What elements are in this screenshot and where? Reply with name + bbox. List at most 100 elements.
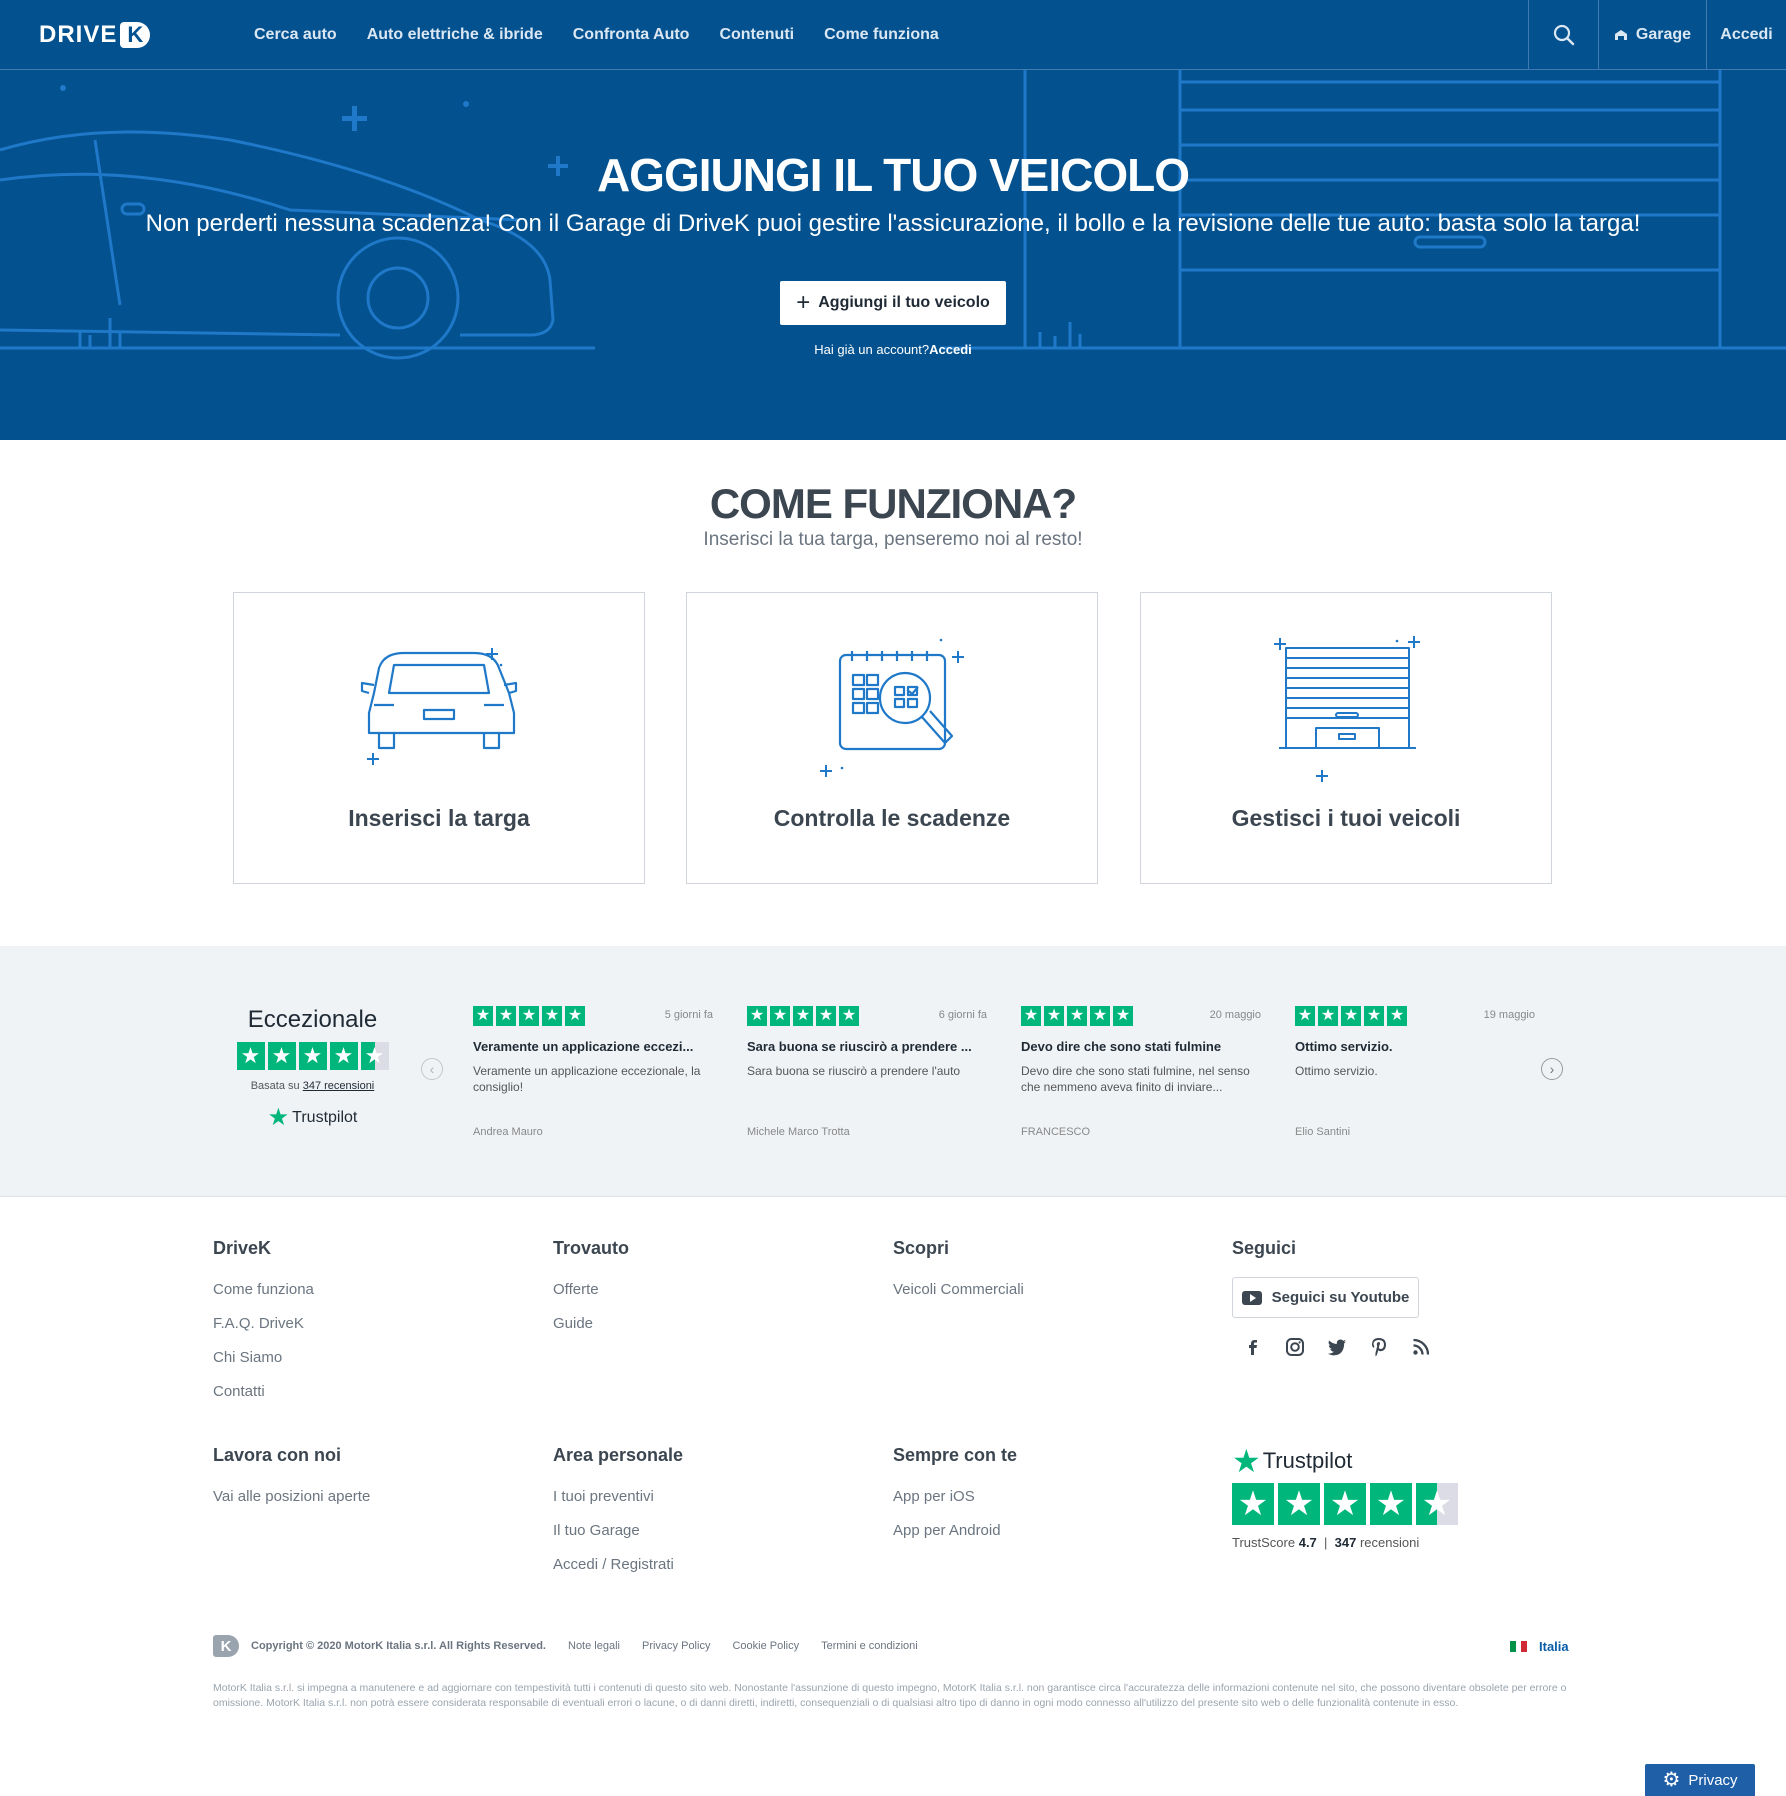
star-icon: ★ (1278, 1483, 1320, 1525)
footer-link[interactable]: Vai alle posizioni aperte (213, 1487, 370, 1506)
star-icon: ★ (1364, 1006, 1384, 1026)
star-icon: ★ (1113, 1006, 1133, 1026)
star-icon: ★ (236, 1042, 265, 1070)
search-button[interactable] (1528, 0, 1598, 69)
step-label: Controlla le scadenze (773, 805, 1011, 831)
copyright-text: Copyright © 2020 MotorK Italia s.r.l. Al… (251, 1640, 546, 1652)
footer-col-title: Sempre con te (893, 1445, 1018, 1465)
youtube-icon (1241, 1290, 1262, 1305)
chevron-right-icon: › (1549, 1061, 1555, 1077)
footer-link[interactable]: Accedi / Registrati (553, 1555, 683, 1574)
star-icon: ★ (1232, 1483, 1274, 1525)
review-author: FRANCESCO (1021, 1126, 1091, 1138)
footer-link[interactable]: Offerte (553, 1280, 629, 1299)
rating-stars: ★ ★ ★ ★ ★ (230, 1042, 395, 1070)
youtube-button[interactable]: Seguici su Youtube (1232, 1277, 1419, 1318)
star-icon: ★ (267, 1042, 296, 1070)
star-icon: ★ (496, 1006, 516, 1026)
nav-link-contenuti[interactable]: Contenuti (719, 26, 794, 44)
review-card[interactable]: ★ ★ ★ ★ ★ 5 giorni fa Veramente un applicazi… (473, 1006, 713, 1138)
legal-link[interactable]: Termini e condizioni (821, 1640, 918, 1652)
hero-subtitle: Non perderti nessuna scadenza! Con il Ga… (145, 210, 1641, 237)
review-date: 19 maggio (1483, 1009, 1535, 1021)
review-card[interactable]: ★ ★ ★ ★ ★ 6 giorni fa Sara buona se riuscirò… (747, 1006, 987, 1138)
how-it-works-subtitle: Inserisci la tua targa, penseremo noi al… (703, 529, 1083, 550)
facebook-icon[interactable] (1242, 1336, 1264, 1358)
legal-link[interactable]: Cookie Policy (732, 1640, 799, 1652)
privacy-button[interactable]: ⚙ Privacy (1645, 1764, 1755, 1796)
footer-col-title: DriveK (213, 1238, 272, 1258)
footer-link[interactable]: Come funziona (213, 1280, 314, 1299)
footer-col-area-personale: Area personale I tuoi preventivi Il tuo … (553, 1445, 683, 1574)
review-date: 20 maggio (1209, 1009, 1261, 1021)
review-author: Andrea Mauro (473, 1126, 543, 1138)
footer-col-trovauto: Trovauto Offerte Guide (553, 1238, 629, 1333)
footer-link[interactable]: Guide (553, 1314, 629, 1333)
star-icon: ★ (1370, 1483, 1412, 1525)
footer-link[interactable]: I tuoi preventivi (553, 1487, 683, 1506)
top-navbar: DRIVE K Cerca auto Auto elettriche & ibri… (0, 0, 1786, 70)
calendar-magnifier-icon (820, 638, 964, 777)
star-icon: ★ (1387, 1006, 1407, 1026)
trustpilot-widget: Eccezionale ★ ★ ★ ★ ★ Basata su 347 rece… (0, 946, 1786, 1197)
footer-link[interactable]: Chi Siamo (213, 1348, 314, 1367)
legal-link[interactable]: Note legali (568, 1640, 620, 1652)
country-selector[interactable]: Italia (1510, 1639, 1569, 1654)
disclaimer-text: MotorK Italia s.r.l. si impegna a manute… (213, 1682, 1567, 1709)
star-icon: ★ (816, 1006, 836, 1026)
star-icon: ★ (1021, 1006, 1041, 1026)
trustscore-stars: ★ ★ ★ ★ ★ (1232, 1483, 1458, 1525)
footer-col-title: Trovauto (553, 1238, 630, 1258)
star-icon: ★ (1295, 1006, 1315, 1026)
carousel-next-button[interactable]: › (1541, 1058, 1563, 1080)
star-icon: ★ (1341, 1006, 1361, 1026)
main-menu: Cerca auto Auto elettriche & ibride Conf… (254, 0, 969, 69)
star-icon: ★ (1067, 1006, 1087, 1026)
star-icon: ★ (1324, 1483, 1366, 1525)
footer-link[interactable]: F.A.Q. DriveK (213, 1314, 314, 1333)
carousel-prev-button[interactable]: ‹ (421, 1058, 443, 1080)
footer-link[interactable]: Contatti (213, 1382, 314, 1401)
nav-link-confronta-auto[interactable]: Confronta Auto (573, 26, 690, 44)
hero-banner: AGGIUNGI IL TUO VEICOLO Non perderti nes… (0, 70, 1786, 440)
nav-link-come-funziona[interactable]: Come funziona (824, 26, 939, 44)
review-title: Devo dire che sono stati fulmine (1021, 1039, 1222, 1054)
nav-link-auto-elettriche[interactable]: Auto elettriche & ibride (367, 26, 543, 44)
instagram-icon[interactable] (1284, 1336, 1306, 1358)
footer-link[interactable]: Veicoli Commerciali (893, 1280, 1024, 1299)
review-author: Elio Santini (1295, 1126, 1351, 1138)
legal-link[interactable]: Privacy Policy (642, 1640, 710, 1652)
review-title: Ottimo servizio. (1295, 1039, 1393, 1054)
half-star-icon: ★ (360, 1042, 389, 1070)
search-icon (1553, 24, 1574, 45)
footer-link[interactable]: App per iOS (893, 1487, 1017, 1506)
trustpilot-summary[interactable]: Eccezionale ★ ★ ★ ★ ★ Basata su 347 rece… (230, 1006, 395, 1130)
step-card-check-deadlines: Controlla le scadenze (686, 592, 1098, 884)
hero-account-line: Hai già un account?Accedi (814, 342, 972, 357)
twitter-icon[interactable] (1326, 1336, 1348, 1358)
login-button[interactable]: Accedi (1706, 0, 1786, 69)
trustpilot-logo[interactable]: ★ Trustpilot (230, 1106, 395, 1130)
add-vehicle-button[interactable]: + Aggiungi il tuo veicolo (780, 281, 1006, 325)
pinterest-icon[interactable] (1368, 1336, 1390, 1358)
hero-title: AGGIUNGI IL TUO VEICOLO (596, 149, 1190, 201)
footer-link[interactable]: App per Android (893, 1521, 1017, 1540)
footer-col-title: Seguici (1232, 1238, 1297, 1258)
trustpilot-footer-badge[interactable]: ★ Trustpilot ★ ★ ★ ★ ★ TrustScore 4.7 | 3… (1232, 1445, 1458, 1550)
hero-login-link[interactable]: Accedi (929, 342, 972, 357)
reviews-count-link[interactable]: 347 recensioni (303, 1080, 375, 1092)
footer-col-drivek: DriveK Come funziona F.A.Q. DriveK Chi S… (213, 1238, 314, 1401)
drivek-logo[interactable]: DRIVE K (39, 21, 151, 49)
footer-link[interactable]: Il tuo Garage (553, 1521, 683, 1540)
review-card[interactable]: ★ ★ ★ ★ ★ 19 maggio Ottimo servizio. Ottimo … (1295, 1006, 1535, 1138)
half-star-icon: ★ (1416, 1483, 1458, 1525)
review-card[interactable]: ★ ★ ★ ★ ★ 20 maggio Devo dire che sono stati… (1021, 1006, 1261, 1138)
review-author: Michele Marco Trotta (747, 1126, 850, 1138)
how-it-works-title: COME FUNZIONA? (709, 480, 1077, 527)
garage-button[interactable]: Garage (1598, 0, 1706, 69)
star-icon: ★ (519, 1006, 539, 1026)
review-body: Veramente un applicazione eccezionale, l… (473, 1064, 701, 1094)
star-icon: ★ (542, 1006, 562, 1026)
rss-icon[interactable] (1410, 1336, 1432, 1358)
nav-link-cerca-auto[interactable]: Cerca auto (254, 26, 337, 44)
